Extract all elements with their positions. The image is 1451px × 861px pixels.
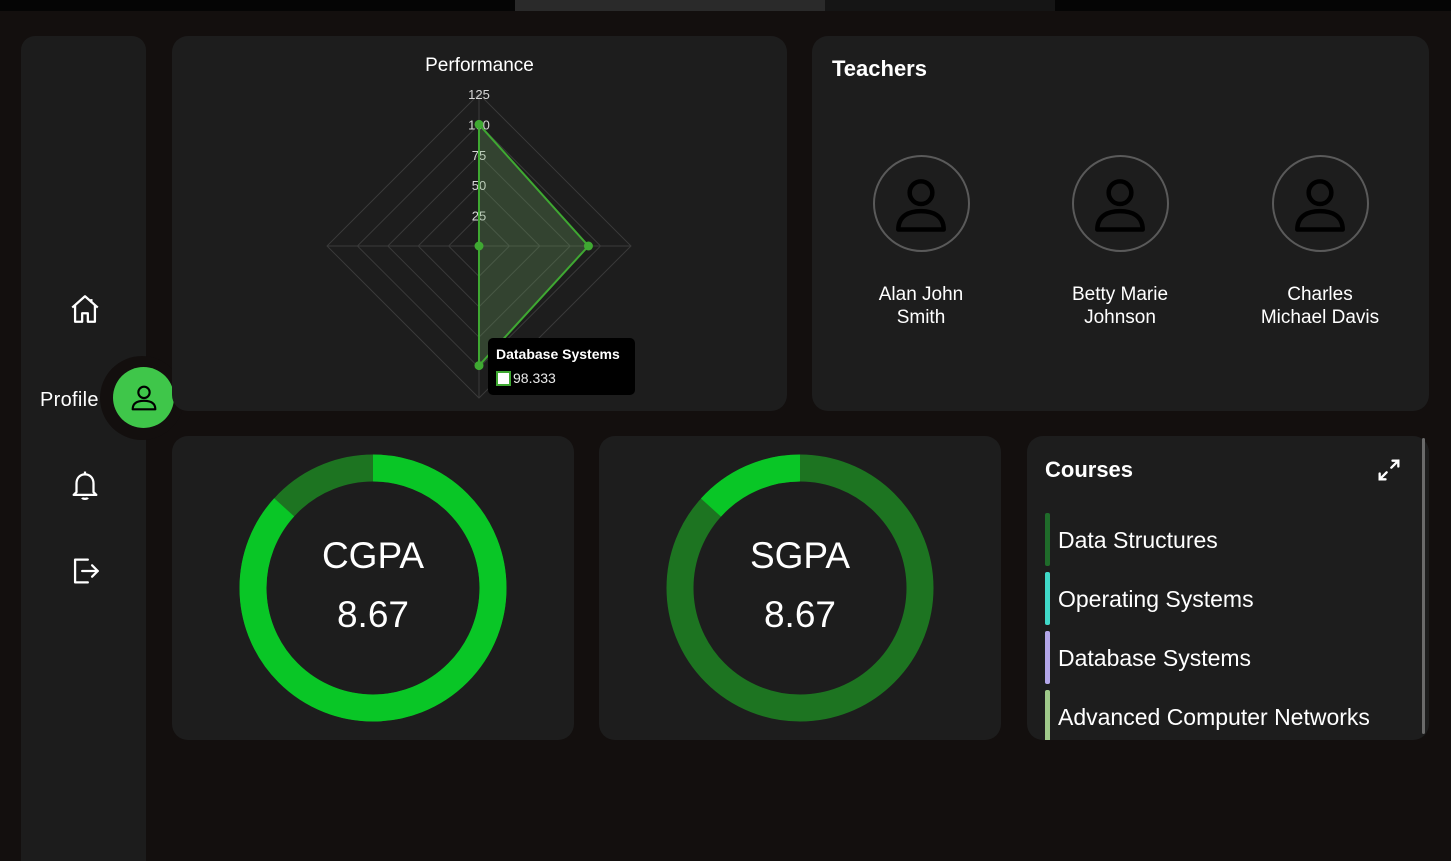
- expand-icon[interactable]: [1375, 456, 1403, 484]
- chart-tooltip: Database Systems 98.333: [488, 338, 635, 395]
- cgpa-card: CGPA 8.67: [172, 436, 574, 740]
- sgpa-card: SGPA 8.67: [599, 436, 1001, 740]
- sidebar: [21, 36, 146, 861]
- radar-data-point: [474, 119, 484, 129]
- teacher-name-line1: Charles: [1287, 284, 1353, 305]
- course-color-bar: [1045, 631, 1050, 684]
- avatar: [872, 155, 970, 252]
- teacher-card[interactable]: Alan John Smith: [831, 155, 1011, 329]
- sidebar-item-profile-label[interactable]: Profile: [40, 389, 99, 412]
- teacher-name-line1: Betty Marie: [1071, 284, 1169, 305]
- bell-icon[interactable]: [66, 466, 104, 504]
- radar-data-point: [474, 241, 484, 251]
- teacher-card[interactable]: Betty Marie Johnson: [1030, 155, 1210, 329]
- sgpa-donut-chart[interactable]: [599, 436, 1001, 740]
- tooltip-label: Database Systems: [496, 346, 620, 362]
- teachers-title: Teachers: [832, 56, 927, 81]
- cgpa-donut-chart[interactable]: [172, 436, 574, 740]
- cgpa-value: 8.67: [336, 594, 409, 635]
- avatar: [1271, 155, 1369, 252]
- radar-data-point: [474, 361, 484, 371]
- top-bar: [0, 0, 1451, 11]
- tooltip-value: 98.333: [513, 370, 556, 386]
- course-color-bar: [1045, 513, 1050, 566]
- course-name: Advanced Computer Networks: [1058, 704, 1370, 730]
- home-icon[interactable]: [66, 290, 104, 328]
- course-name: Operating Systems: [1058, 586, 1254, 612]
- user-icon: [896, 178, 946, 232]
- avatar: [1071, 155, 1169, 252]
- teachers-card: Teachers Alan John Smith Betty Marie Joh…: [812, 36, 1429, 411]
- sgpa-label: SGPA: [749, 535, 851, 576]
- teacher-name-line2: Smith: [896, 307, 946, 328]
- teacher-name-line1: Alan John: [878, 284, 964, 305]
- course-color-bar: [1045, 690, 1050, 740]
- teacher-name-line2: Michael Davis: [1260, 307, 1380, 328]
- radar-data-point: [583, 241, 593, 251]
- courses-scrollbar[interactable]: [1422, 438, 1425, 734]
- performance-card: Performance 255075100125 Database System…: [172, 36, 787, 411]
- performance-radar-chart[interactable]: 255075100125: [172, 36, 787, 411]
- course-name: Database Systems: [1058, 645, 1252, 671]
- teacher-card[interactable]: Charles Michael Davis: [1230, 155, 1410, 329]
- radar-tick-label: 125: [468, 87, 490, 102]
- courses-title: Courses: [1045, 457, 1134, 482]
- tooltip-swatch: [496, 371, 511, 386]
- user-icon: [1295, 178, 1345, 232]
- logout-icon[interactable]: [66, 552, 104, 590]
- user-icon: [1095, 178, 1145, 232]
- user-icon[interactable]: [113, 367, 174, 428]
- courses-card: Courses Data Structures Operating System…: [1027, 436, 1429, 740]
- sgpa-value: 8.67: [763, 594, 836, 635]
- radar-series-area: [478, 121, 590, 369]
- course-name: Data Structures: [1058, 527, 1218, 553]
- cgpa-label: CGPA: [321, 535, 425, 576]
- teacher-name-line2: Johnson: [1084, 307, 1156, 328]
- course-color-bar: [1045, 572, 1050, 625]
